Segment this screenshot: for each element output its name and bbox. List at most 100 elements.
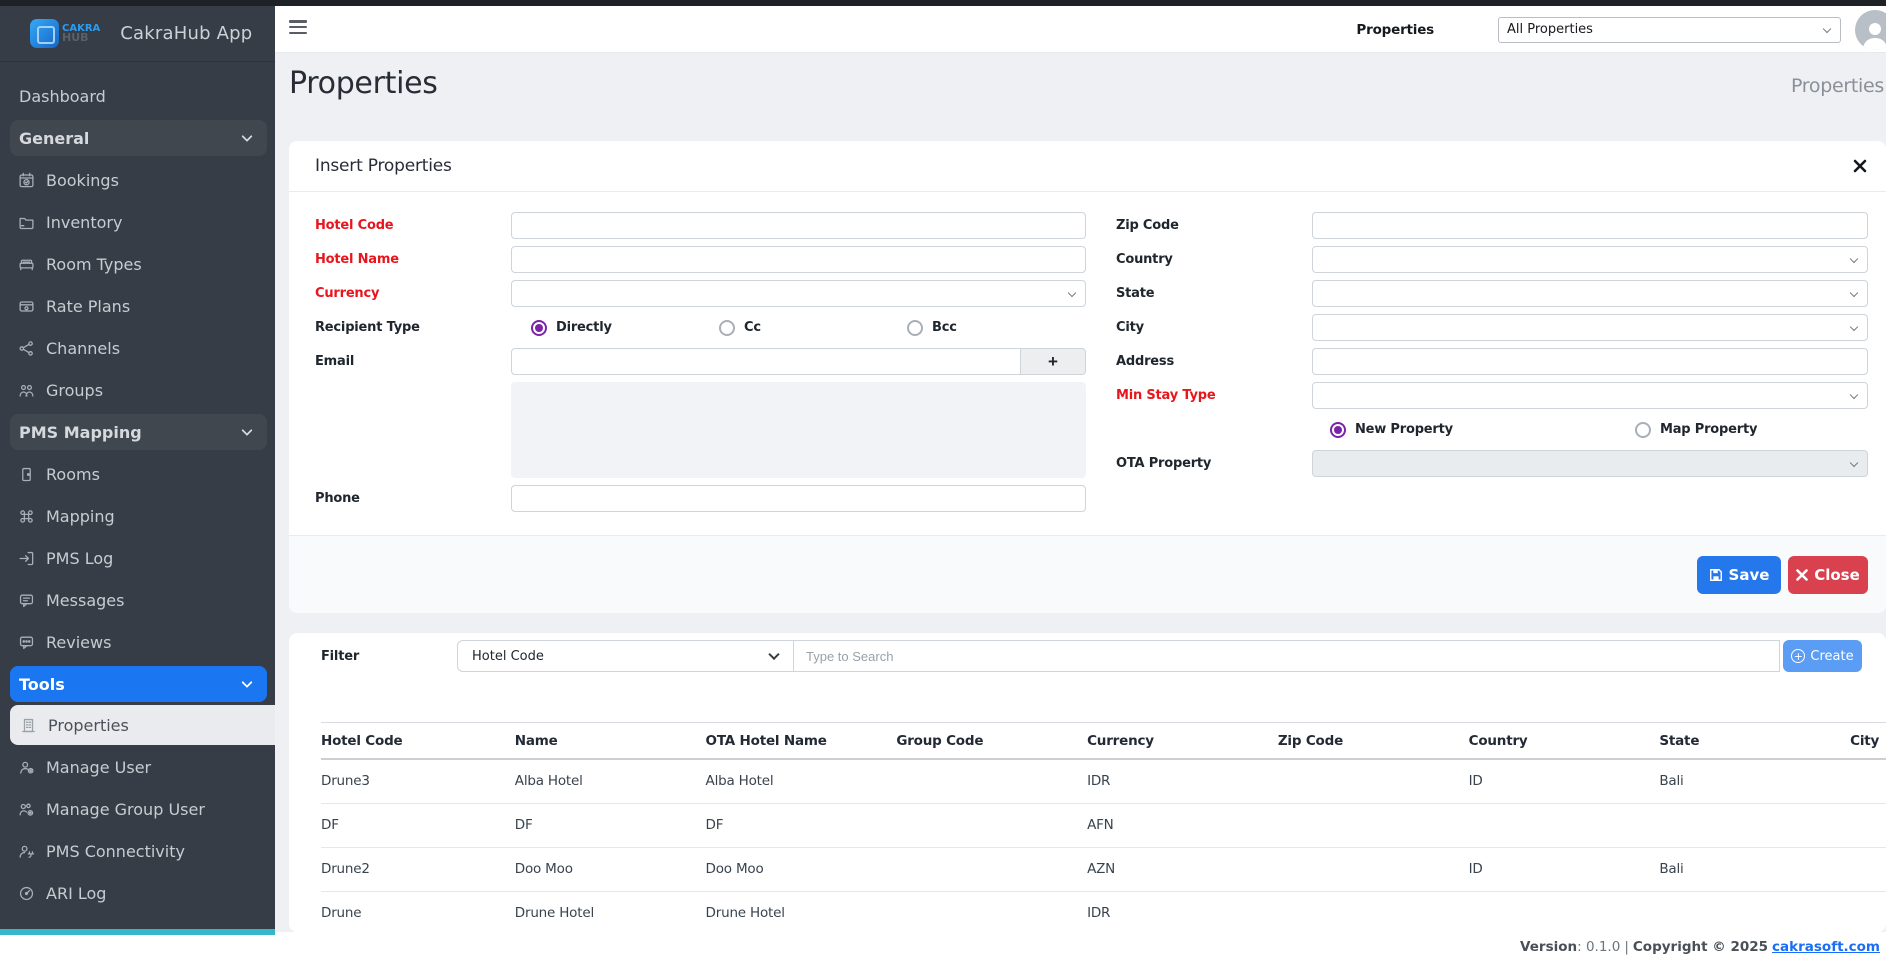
close-button-label: Close (1814, 566, 1860, 584)
sidebar-item-partial[interactable] (0, 914, 275, 929)
property-selector-value: All Properties (1507, 22, 1593, 37)
x-icon (1796, 569, 1808, 581)
insert-properties-card: Insert Properties Hotel Code Hotel Name (289, 141, 1886, 613)
state-select[interactable] (1312, 280, 1868, 307)
table-row[interactable]: DruneDrune HotelDrune HotelIDR (321, 891, 1886, 932)
email-input[interactable] (511, 348, 1020, 375)
user-gear-icon (17, 758, 35, 776)
hotel-code-input[interactable] (511, 212, 1086, 239)
sidebar-item-messages[interactable]: Messages (0, 579, 275, 621)
table-cell: IDR (1087, 891, 1278, 932)
save-button[interactable]: Save (1697, 556, 1781, 594)
page-footer: Version: 0.1.0|Copyright © 2025cakrasoft… (0, 932, 1886, 962)
chevron-down-icon (1850, 322, 1858, 330)
sidebar-item-reviews[interactable]: Reviews (0, 621, 275, 663)
sidebar-item-pms-connectivity[interactable]: PMS Connectivity (0, 830, 275, 872)
sidebar-item-pms-log[interactable]: PMS Log (0, 537, 275, 579)
country-label: Country (1116, 252, 1312, 267)
chevron-down-icon (768, 649, 779, 660)
filter-field-select[interactable]: Hotel Code (457, 640, 794, 672)
country-select[interactable] (1312, 246, 1868, 273)
sidebar-item-inventory[interactable]: Inventory (0, 201, 275, 243)
brand[interactable]: CAKRA HUB CakraHub App (0, 6, 275, 62)
table-cell (1469, 803, 1660, 847)
min-stay-type-label: Min Stay Type (1116, 388, 1312, 403)
state-label: State (1116, 286, 1312, 301)
bed-icon (17, 255, 35, 273)
sidebar-bottom-accent (0, 929, 275, 935)
table-cell: Drune (321, 891, 515, 932)
sidebar-item-general[interactable]: General (10, 120, 267, 156)
add-email-button[interactable]: + (1020, 348, 1086, 375)
table-cell: Drune Hotel (515, 891, 706, 932)
table-row[interactable]: Drune3Alba HotelAlba HotelIDRIDBali (321, 759, 1886, 803)
table-cell (1278, 891, 1469, 932)
footer-link[interactable]: cakrasoft.com (1772, 939, 1880, 955)
close-button[interactable]: Close (1788, 556, 1868, 594)
radio-directly[interactable]: Directly (522, 320, 710, 336)
folder-icon (17, 213, 35, 231)
phone-input[interactable] (511, 485, 1086, 512)
min-stay-type-select[interactable] (1312, 382, 1868, 409)
radio-cc[interactable]: Cc (710, 320, 898, 336)
page-content: Properties Properties Insert Properties … (275, 53, 1886, 932)
zip-code-input[interactable] (1312, 212, 1868, 239)
sidebar-item-ari-log[interactable]: ARI Log (0, 872, 275, 914)
currency-select[interactable] (511, 280, 1086, 307)
chat-icon (17, 591, 35, 609)
address-input[interactable] (1312, 348, 1868, 375)
sidebar-item-mapping[interactable]: Mapping (0, 495, 275, 537)
sidebar-item-channels[interactable]: Channels (0, 327, 275, 369)
insert-properties-title: Insert Properties (315, 156, 452, 176)
menu-toggle-button[interactable] (289, 20, 307, 37)
sidebar-item-properties[interactable]: Properties (10, 705, 275, 745)
sidebar-item-label: PMS Log (46, 549, 113, 568)
table-cell: Doo Moo (515, 847, 706, 891)
sidebar-item-dashboard[interactable]: Dashboard (0, 75, 275, 117)
card-footer: Save Close (289, 535, 1886, 613)
sidebar-item-rate-plans[interactable]: Rate Plans (0, 285, 275, 327)
radio-bcc[interactable]: Bcc (898, 320, 1086, 336)
radio-icon (1635, 422, 1651, 438)
create-button[interactable]: + Create (1783, 640, 1862, 672)
radio-new-property[interactable]: New Property (1321, 422, 1626, 438)
hotel-name-input[interactable] (511, 246, 1086, 273)
table-cell (1278, 803, 1469, 847)
table-cell (1850, 759, 1886, 803)
table-row[interactable]: DFDFDFAFN (321, 803, 1886, 847)
search-input[interactable] (794, 640, 1780, 672)
sidebar-item-manage-group-user[interactable]: Manage Group User (0, 788, 275, 830)
radio-selected-icon (531, 320, 547, 336)
table-cell (1659, 891, 1850, 932)
table-row[interactable]: Drune2Doo MooDoo MooAZNIDBali (321, 847, 1886, 891)
sidebar-item-rooms[interactable]: Rooms (0, 453, 275, 495)
column-header-state: State (1659, 723, 1850, 760)
sidebar-item-groups[interactable]: Groups (0, 369, 275, 411)
close-icon[interactable] (1852, 158, 1868, 174)
sidebar-item-bookings[interactable]: Bookings (0, 159, 275, 201)
sidebar-item-label: Messages (46, 591, 124, 610)
wallet-icon (17, 297, 35, 315)
cakrahub-logo-icon (30, 19, 59, 48)
create-button-label: Create (1810, 649, 1853, 664)
column-header-country: Country (1469, 723, 1660, 760)
users-gear-icon (17, 800, 35, 818)
chevron-down-icon (1068, 288, 1076, 296)
sidebar-item-tools[interactable]: Tools (10, 666, 267, 702)
table-cell (1850, 847, 1886, 891)
sidebar-item-manage-user[interactable]: Manage User (0, 746, 275, 788)
property-selector-dropdown[interactable]: All Properties (1498, 17, 1841, 43)
filter-label: Filter (321, 649, 457, 664)
sidebar-item-label: Room Types (46, 255, 142, 274)
sidebar-item-pms-mapping[interactable]: PMS Mapping (10, 414, 267, 450)
sidebar-item-label: Inventory (46, 213, 122, 232)
sidebar-item-room-types[interactable]: Room Types (0, 243, 275, 285)
ota-property-select[interactable] (1312, 450, 1868, 477)
table-cell (896, 759, 1087, 803)
door-icon (17, 465, 35, 483)
user-avatar[interactable] (1855, 10, 1886, 50)
radio-map-property[interactable]: Map Property (1626, 422, 1814, 438)
column-header-hotel-code: Hotel Code (321, 723, 515, 760)
city-select[interactable] (1312, 314, 1868, 341)
radio-cc-label: Cc (744, 320, 761, 335)
